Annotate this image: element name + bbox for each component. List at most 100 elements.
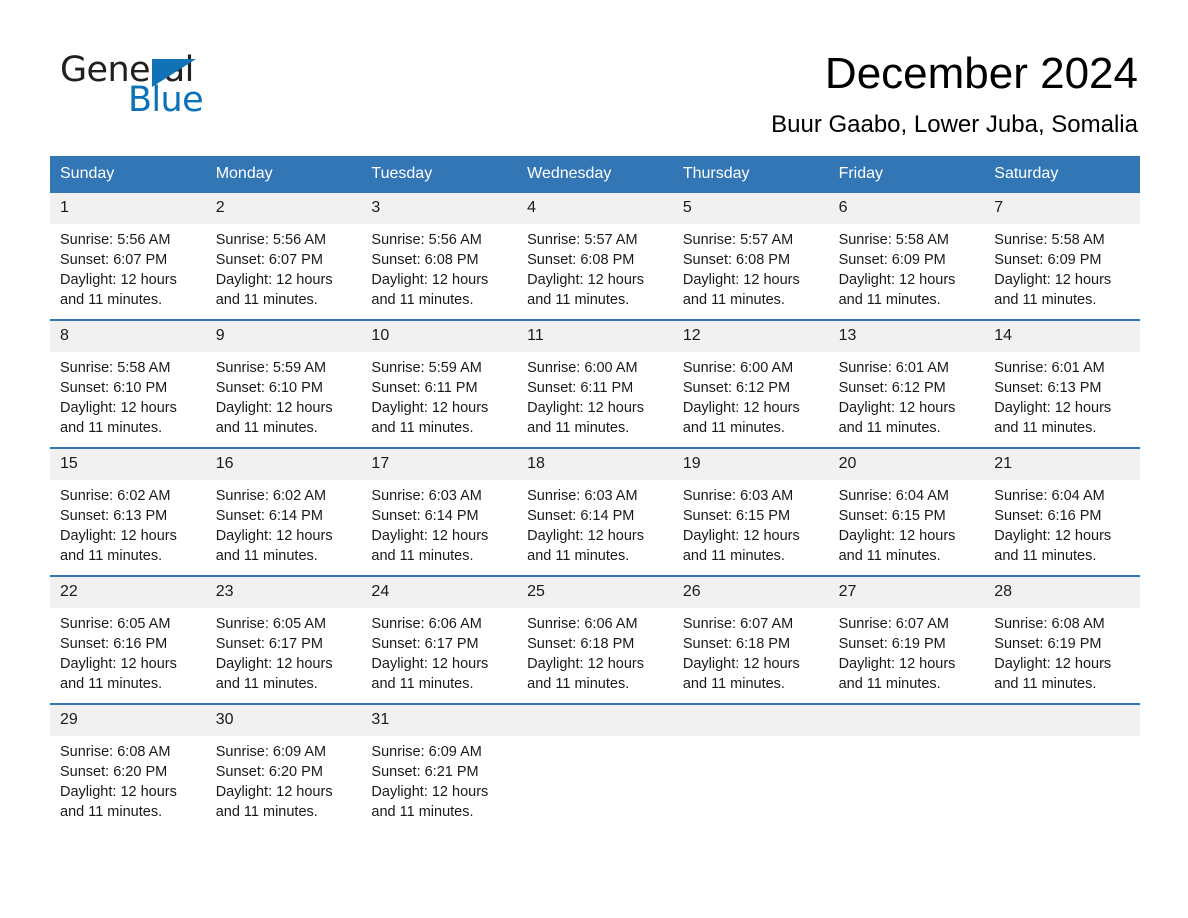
day-cell[interactable]: 27 Sunrise: 6:07 AM Sunset: 6:19 PM Dayl… xyxy=(828,577,985,694)
day-cell[interactable]: 20 Sunrise: 6:04 AM Sunset: 6:15 PM Dayl… xyxy=(828,449,985,566)
sunset-text: Sunset: 6:14 PM xyxy=(215,508,323,524)
daylight-text-line2: and 11 minutes. xyxy=(60,804,163,820)
sunset-text: Sunset: 6:16 PM xyxy=(994,508,1102,524)
day-number: 14 xyxy=(984,321,1140,352)
day-number: 2 xyxy=(205,193,362,224)
calendar-page: General Blue December 2024 Buur Gaabo, L… xyxy=(0,0,1188,918)
day-cell[interactable]: 10 Sunrise: 5:59 AM Sunset: 6:11 PM Dayl… xyxy=(361,321,518,438)
sunrise-text: Sunrise: 5:57 AM xyxy=(682,232,794,248)
weekday-label-thursday: Thursday xyxy=(682,165,750,182)
day-number: 8 xyxy=(50,321,206,352)
sunrise-text: Sunrise: 6:02 AM xyxy=(60,488,171,504)
day-cell[interactable]: 8 Sunrise: 5:58 AM Sunset: 6:10 PM Dayli… xyxy=(50,321,206,438)
day-cell[interactable]: 11 Sunrise: 6:00 AM Sunset: 6:11 PM Dayl… xyxy=(517,321,673,438)
day-details: Sunrise: 6:01 AM Sunset: 6:12 PM Dayligh… xyxy=(829,352,985,438)
daylight-text-line2: and 11 minutes. xyxy=(215,804,318,820)
day-number: 4 xyxy=(517,193,673,224)
day-cell[interactable]: 26 Sunrise: 6:07 AM Sunset: 6:18 PM Dayl… xyxy=(672,577,829,694)
day-cell[interactable]: 21 Sunrise: 6:04 AM Sunset: 6:16 PM Dayl… xyxy=(984,449,1140,566)
day-cell[interactable]: 25 Sunrise: 6:06 AM Sunset: 6:18 PM Dayl… xyxy=(517,577,673,694)
day-cell[interactable]: 7 Sunrise: 5:58 AM Sunset: 6:09 PM Dayli… xyxy=(984,193,1140,310)
day-number: 1 xyxy=(50,193,206,224)
day-cell[interactable]: 17 Sunrise: 6:03 AM Sunset: 6:14 PM Dayl… xyxy=(361,449,518,566)
day-cell[interactable]: 15 Sunrise: 6:02 AM Sunset: 6:13 PM Dayl… xyxy=(50,449,206,566)
day-details: Sunrise: 5:59 AM Sunset: 6:11 PM Dayligh… xyxy=(361,352,517,438)
daylight-text-line1: Daylight: 12 hours xyxy=(527,656,645,672)
day-cell[interactable]: 29 Sunrise: 6:08 AM Sunset: 6:20 PM Dayl… xyxy=(50,705,206,822)
day-cell[interactable]: 31 Sunrise: 6:09 AM Sunset: 6:21 PM Dayl… xyxy=(361,705,518,822)
day-cell[interactable]: 18 Sunrise: 6:03 AM Sunset: 6:14 PM Dayl… xyxy=(517,449,673,566)
daylight-text-line2: and 11 minutes. xyxy=(527,420,630,436)
sunset-text: Sunset: 6:20 PM xyxy=(60,764,168,780)
daylight-text-line2: and 11 minutes. xyxy=(994,292,1097,308)
day-cell[interactable]: 12 Sunrise: 6:00 AM Sunset: 6:12 PM Dayl… xyxy=(672,321,829,438)
day-cell[interactable]: 30 Sunrise: 6:09 AM Sunset: 6:20 PM Dayl… xyxy=(205,705,362,822)
daylight-text-line1: Daylight: 12 hours xyxy=(682,528,800,544)
daylight-text-line2: and 11 minutes. xyxy=(371,292,474,308)
sunrise-text: Sunrise: 6:03 AM xyxy=(527,488,638,504)
day-cell[interactable]: 1 Sunrise: 5:56 AM Sunset: 6:07 PM Dayli… xyxy=(50,193,206,310)
day-number xyxy=(984,705,1140,736)
sunrise-text: Sunrise: 6:08 AM xyxy=(60,744,171,760)
sunrise-text: Sunrise: 6:09 AM xyxy=(215,744,327,760)
day-cell[interactable]: 4 Sunrise: 5:57 AM Sunset: 6:08 PM Dayli… xyxy=(517,193,673,310)
day-number: 22 xyxy=(50,577,206,608)
day-cell[interactable]: 28 Sunrise: 6:08 AM Sunset: 6:19 PM Dayl… xyxy=(984,577,1140,694)
daylight-text-line2: and 11 minutes. xyxy=(215,676,318,692)
day-cell[interactable]: 2 Sunrise: 5:56 AM Sunset: 6:07 PM Dayli… xyxy=(205,193,362,310)
sunset-text: Sunset: 6:12 PM xyxy=(838,380,946,396)
daylight-text-line1: Daylight: 12 hours xyxy=(838,656,956,672)
day-number: 11 xyxy=(517,321,673,352)
generalblue-logo[interactable]: General Blue xyxy=(50,46,250,122)
weekday-label-wednesday: Wednesday xyxy=(527,165,612,182)
day-number: 9 xyxy=(205,321,362,352)
day-number: 12 xyxy=(672,321,829,352)
sunrise-text: Sunrise: 6:05 AM xyxy=(215,616,327,632)
daylight-text-line1: Daylight: 12 hours xyxy=(371,400,489,416)
day-cell[interactable]: 23 Sunrise: 6:05 AM Sunset: 6:17 PM Dayl… xyxy=(205,577,362,694)
day-cell[interactable]: 22 Sunrise: 6:05 AM Sunset: 6:16 PM Dayl… xyxy=(50,577,206,694)
day-cell[interactable]: 3 Sunrise: 5:56 AM Sunset: 6:08 PM Dayli… xyxy=(361,193,518,310)
calendar-grid: Sunday Monday Tuesday Wednesday Thursday… xyxy=(50,156,1140,822)
sunset-text: Sunset: 6:20 PM xyxy=(215,764,323,780)
day-cell[interactable]: 14 Sunrise: 6:01 AM Sunset: 6:13 PM Dayl… xyxy=(984,321,1140,438)
sunrise-text: Sunrise: 6:07 AM xyxy=(838,616,949,632)
day-cell[interactable]: 13 Sunrise: 6:01 AM Sunset: 6:12 PM Dayl… xyxy=(828,321,985,438)
day-details: Sunrise: 5:59 AM Sunset: 6:10 PM Dayligh… xyxy=(206,352,362,438)
day-details: Sunrise: 6:05 AM Sunset: 6:16 PM Dayligh… xyxy=(50,608,206,694)
day-number: 31 xyxy=(361,705,518,736)
daylight-text-line1: Daylight: 12 hours xyxy=(371,656,489,672)
daylight-text-line2: and 11 minutes. xyxy=(682,420,785,436)
daylight-text-line2: and 11 minutes. xyxy=(682,676,785,692)
sunrise-text: Sunrise: 5:56 AM xyxy=(60,232,171,248)
day-cell[interactable]: 5 Sunrise: 5:57 AM Sunset: 6:08 PM Dayli… xyxy=(672,193,829,310)
calendar-week-row: 15 Sunrise: 6:02 AM Sunset: 6:13 PM Dayl… xyxy=(50,447,1140,566)
daylight-text-line2: and 11 minutes. xyxy=(838,420,941,436)
day-details: Sunrise: 6:06 AM Sunset: 6:17 PM Dayligh… xyxy=(361,608,517,694)
day-cell[interactable]: 19 Sunrise: 6:03 AM Sunset: 6:15 PM Dayl… xyxy=(672,449,829,566)
daylight-text-line2: and 11 minutes. xyxy=(994,548,1097,564)
sunrise-text: Sunrise: 6:06 AM xyxy=(371,616,482,632)
sunrise-text: Sunrise: 5:58 AM xyxy=(838,232,949,248)
day-details xyxy=(829,736,985,742)
weekday-label-saturday: Saturday xyxy=(994,165,1059,182)
day-cell[interactable]: 9 Sunrise: 5:59 AM Sunset: 6:10 PM Dayli… xyxy=(205,321,362,438)
day-details xyxy=(517,736,673,742)
day-details: Sunrise: 6:08 AM Sunset: 6:20 PM Dayligh… xyxy=(50,736,206,822)
day-cell[interactable]: 6 Sunrise: 5:58 AM Sunset: 6:09 PM Dayli… xyxy=(828,193,985,310)
daylight-text-line2: and 11 minutes. xyxy=(371,548,474,564)
day-number: 19 xyxy=(672,449,829,480)
day-cell[interactable]: 24 Sunrise: 6:06 AM Sunset: 6:17 PM Dayl… xyxy=(361,577,518,694)
daylight-text-line1: Daylight: 12 hours xyxy=(682,400,800,416)
daylight-text-line2: and 11 minutes. xyxy=(838,548,941,564)
daylight-text-line1: Daylight: 12 hours xyxy=(215,528,333,544)
daylight-text-line1: Daylight: 12 hours xyxy=(371,272,489,288)
day-number xyxy=(828,705,985,736)
day-number: 24 xyxy=(361,577,518,608)
weekday-label-friday: Friday xyxy=(838,165,884,182)
daylight-text-line1: Daylight: 12 hours xyxy=(527,272,645,288)
page-subtitle: Buur Gaabo, Lower Juba, Somalia xyxy=(771,111,1138,138)
sunset-text: Sunset: 6:18 PM xyxy=(682,636,791,652)
day-cell[interactable]: 16 Sunrise: 6:02 AM Sunset: 6:14 PM Dayl… xyxy=(205,449,362,566)
day-cell-empty xyxy=(984,705,1140,822)
